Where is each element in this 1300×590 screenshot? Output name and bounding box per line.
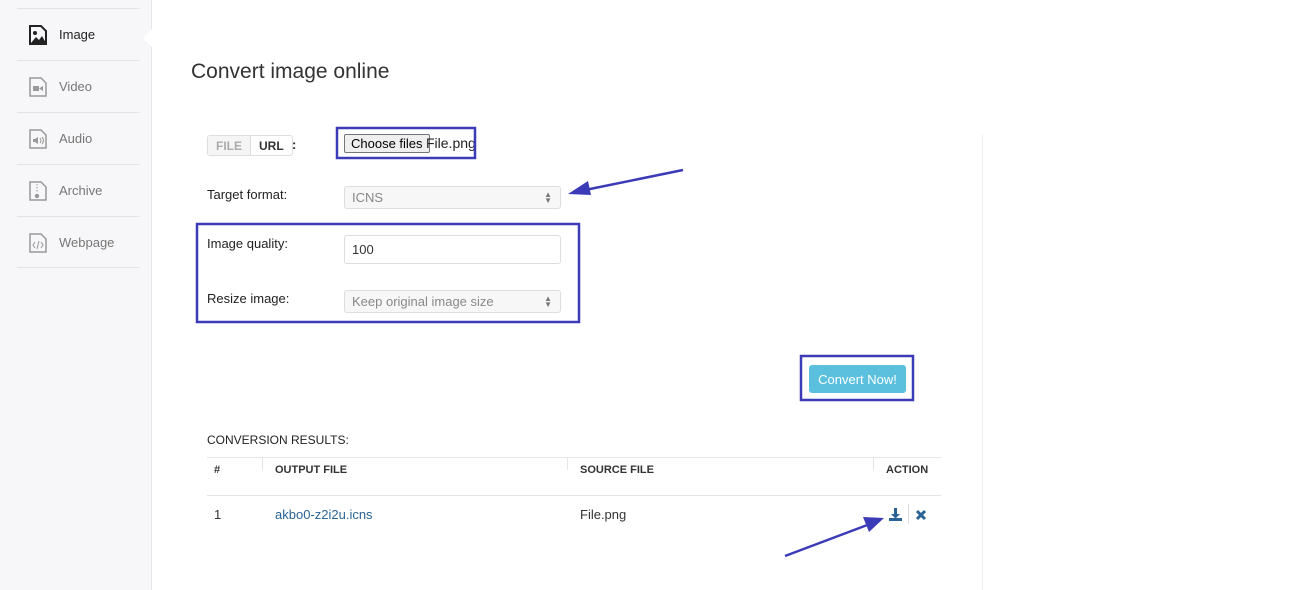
resize-image-label: Resize image: [207, 291, 289, 306]
source-file: File.png [580, 507, 626, 522]
image-quality-input[interactable]: 100 [344, 235, 561, 264]
code-file-icon [29, 233, 47, 253]
action-separator [908, 504, 909, 524]
sidebar-item-label: Archive [59, 183, 102, 198]
results-title: CONVERSION RESULTS: [207, 433, 349, 447]
page-title: Convert image online [191, 60, 389, 84]
audio-file-icon [29, 129, 47, 149]
sidebar-item-label: Webpage [59, 235, 114, 250]
annotation-overlay [0, 0, 1300, 590]
sidebar-item-webpage[interactable]: Webpage [17, 216, 140, 268]
image-quality-value: 100 [352, 242, 374, 257]
arrowhead [863, 517, 884, 532]
choose-files-button[interactable]: Choose files [344, 134, 430, 153]
col-output-file: OUTPUT FILE [275, 464, 347, 476]
column-separator [873, 458, 874, 470]
annotation-arrow-format [585, 170, 683, 190]
toggle-colon: : [292, 137, 296, 152]
target-format-label: Target format: [207, 187, 287, 202]
annotation-arrow-download [785, 524, 870, 556]
resize-image-select[interactable]: Keep original image size ▲▼ [344, 290, 561, 313]
sidebar-item-video[interactable]: Video [17, 60, 140, 112]
select-arrows-icon: ▲▼ [544, 296, 552, 308]
output-file-link[interactable]: akbo0-z2i2u.icns [275, 507, 373, 522]
resize-image-value: Keep original image size [352, 294, 494, 309]
image-quality-label: Image quality: [207, 236, 288, 251]
column-separator [567, 458, 568, 470]
col-index: # [214, 464, 220, 476]
sidebar-item-label: Image [59, 27, 95, 42]
sidebar-item-label: Audio [59, 131, 92, 146]
download-icon[interactable] [888, 507, 903, 522]
target-format-select[interactable]: ICNS ▲▼ [344, 186, 561, 209]
table-top-border [207, 457, 941, 458]
active-indicator [143, 29, 152, 47]
sidebar-item-audio[interactable]: Audio [17, 112, 140, 164]
sidebar-item-archive[interactable]: Archive [17, 164, 140, 216]
col-source-file: SOURCE FILE [580, 464, 654, 476]
arrowhead [568, 181, 591, 195]
video-file-icon [29, 77, 47, 97]
sidebar-item-image[interactable]: Image [17, 8, 140, 60]
sidebar-divider [17, 267, 140, 268]
column-separator [262, 458, 263, 470]
source-toggle: FILE URL [207, 135, 293, 156]
sidebar: Image Video Audio Archive Webpage [0, 0, 152, 590]
tab-file[interactable]: FILE [208, 136, 251, 155]
target-format-value: ICNS [352, 190, 383, 205]
archive-file-icon [29, 181, 47, 201]
tab-url[interactable]: URL [251, 136, 292, 155]
content-divider [982, 135, 983, 590]
col-action: ACTION [886, 464, 928, 476]
convert-now-button[interactable]: Convert Now! [809, 365, 906, 393]
delete-icon[interactable] [915, 509, 927, 521]
row-index: 1 [214, 507, 221, 522]
sidebar-item-label: Video [59, 79, 92, 94]
select-arrows-icon: ▲▼ [544, 192, 552, 204]
image-file-icon [29, 25, 47, 45]
selected-filename: File.png [426, 135, 476, 151]
header-bottom-border [207, 495, 941, 496]
